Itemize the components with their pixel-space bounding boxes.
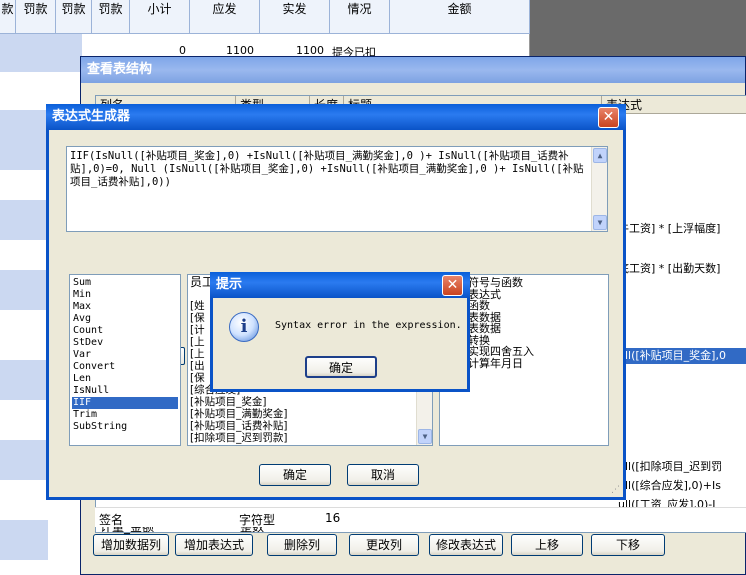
table-row[interactable]: 签名 字符型 16 xyxy=(95,507,746,527)
function-item[interactable]: Trim xyxy=(72,409,178,421)
close-icon[interactable]: ✕ xyxy=(442,275,463,296)
bg-cell xyxy=(0,34,82,72)
alert-ok-button[interactable]: 确定 xyxy=(305,356,377,378)
bg-header: 情况 xyxy=(330,0,390,34)
bg-header: 金额 xyxy=(390,0,530,34)
bg-header: 罚款 xyxy=(56,0,92,34)
bg-header: 应发 xyxy=(190,0,260,34)
bg-cell xyxy=(0,200,48,240)
field-item[interactable]: [补贴项目_满勤奖金] xyxy=(190,408,414,420)
alert-dialog: 提示 ✕ i Syntax error in the expression. 确… xyxy=(210,272,470,392)
function-item[interactable]: Count xyxy=(72,325,178,337)
expression-cell: 底工资] * [出勤天数] xyxy=(618,262,721,275)
move-up-button[interactable]: 上移 xyxy=(511,534,583,556)
add-data-column-button[interactable]: 增加数据列 xyxy=(93,534,169,556)
info-icon: i xyxy=(229,312,259,342)
alert-title: 提示 xyxy=(210,272,470,298)
function-item[interactable]: IsNull xyxy=(72,385,178,397)
cancel-button[interactable]: 取消 xyxy=(347,464,419,486)
bg-cell xyxy=(0,440,48,480)
alert-message: Syntax error in the expression. xyxy=(275,320,462,331)
expression-cell: ull([扣除项目_迟到罚 xyxy=(618,460,723,473)
expression-cell: ull([综合应发],0)+Is xyxy=(618,479,721,492)
resize-grip-icon[interactable]: ⋰ xyxy=(611,485,621,495)
scroll-up-icon[interactable]: ▲ xyxy=(593,148,607,163)
bg-cell xyxy=(0,360,48,400)
function-item[interactable]: Var xyxy=(72,349,178,361)
dialog-title: 表达式生成器 xyxy=(46,104,626,130)
bg-header: 实发 xyxy=(260,0,330,34)
ok-button[interactable]: 确定 xyxy=(259,464,331,486)
bg-cell xyxy=(0,270,48,310)
expression-text: IIF(IsNull([补贴项目_奖金],0) +IsNull([补贴项目_满勤… xyxy=(70,150,584,188)
bg-cell xyxy=(0,520,48,560)
expression-cell: 牛工资] * [上浮幅度] xyxy=(618,222,721,235)
scroll-down-icon[interactable]: ▼ xyxy=(593,215,607,230)
bg-cell xyxy=(0,110,48,170)
row-type: 字符型 xyxy=(239,513,276,527)
function-item[interactable]: StDev xyxy=(72,337,178,349)
bg-header: 小计 xyxy=(130,0,190,34)
category-item[interactable]: 计算年月日 xyxy=(468,357,534,370)
field-item[interactable]: [扣除项目_迟到罚款] xyxy=(190,432,414,444)
bg-header: 罚款 xyxy=(16,0,56,34)
function-item[interactable]: Sum xyxy=(72,277,178,289)
field-item[interactable]: [补贴项目_奖金] xyxy=(190,396,414,408)
move-down-button[interactable]: 下移 xyxy=(591,534,665,556)
close-icon[interactable]: ✕ xyxy=(598,107,619,128)
expression-textbox[interactable]: IIF(IsNull([补贴项目_奖金],0) +IsNull([补贴项目_满勤… xyxy=(66,146,608,232)
function-item[interactable]: IIF xyxy=(72,397,178,409)
function-item[interactable]: Convert xyxy=(72,361,178,373)
function-item[interactable]: SubString xyxy=(72,421,178,433)
add-expression-button[interactable]: 增加表达式 xyxy=(175,534,253,556)
delete-column-button[interactable]: 删除列 xyxy=(267,534,337,556)
category-item[interactable]: 表数据 xyxy=(468,323,534,335)
function-item[interactable]: Max xyxy=(72,301,178,313)
edit-expression-button[interactable]: 修改表达式 xyxy=(429,534,503,556)
window-title: 查看表结构 xyxy=(81,57,745,83)
function-item[interactable]: Avg xyxy=(72,313,178,325)
category-item[interactable]: 符号与函数 xyxy=(468,277,534,289)
row-length: 16 xyxy=(325,511,341,525)
change-column-button[interactable]: 更改列 xyxy=(349,534,419,556)
function-item[interactable]: Len xyxy=(72,373,178,385)
expression-scrollbar[interactable]: ▲ ▼ xyxy=(591,147,607,231)
function-items: Sum Min Max Avg Count StDev Var Convert Len IsNul… xyxy=(72,277,178,433)
category-item[interactable]: 实现四舍五入 xyxy=(468,346,534,358)
bg-header: 款 xyxy=(0,0,16,34)
function-list[interactable]: Sum Min Max Avg Count StDev Var Convert Len IsNul… xyxy=(69,274,181,446)
scroll-down-icon[interactable]: ▼ xyxy=(418,429,432,444)
function-item[interactable]: Min xyxy=(72,289,178,301)
category-items: 符号与函数 表达式 函数 表数据 表数据 转换 实现四舍五入 计算年月日 xyxy=(468,277,534,369)
bg-header: 罚款 xyxy=(92,0,130,34)
field-item[interactable]: [补贴项目_话费补贴] xyxy=(190,420,414,432)
category-item[interactable]: 函数 xyxy=(468,300,534,312)
row-name: 签名 xyxy=(99,513,124,527)
